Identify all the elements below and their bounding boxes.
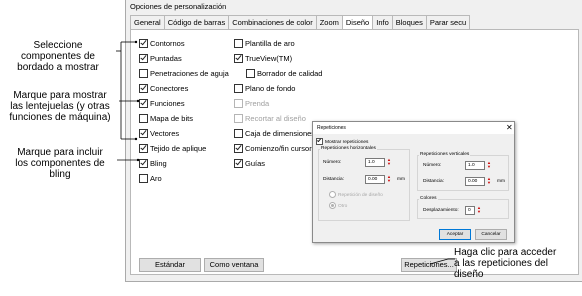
vertical-distance-unit: mm: [497, 179, 505, 184]
vertical-number-input[interactable]: 1.0 ▲ ▼: [465, 161, 491, 170]
repetitions-dialog: Repeticiones ✕ Mostrar repeticiones Repe…: [312, 121, 515, 243]
color-shift-label: Desplazamiento:: [423, 208, 459, 213]
repetitions-title: Repeticiones: [317, 125, 346, 131]
accept-button[interactable]: Aceptar: [439, 229, 471, 240]
horizontal-distance-unit: mm: [397, 177, 405, 182]
vertical-distance-input[interactable]: 0.00 ▲ ▼: [465, 177, 491, 186]
horizontal-distance-input[interactable]: 0.00 ▲ ▼: [365, 175, 391, 184]
vertical-group-label: Repeticiones verticales: [419, 152, 471, 157]
colors-group-label: Colores: [419, 196, 438, 201]
horizontal-group-label: Repeticiones horizontales: [320, 146, 377, 151]
vertical-distance-label: Distancia:: [423, 179, 445, 184]
vertical-repetitions-group: [417, 155, 509, 191]
horizontal-number-label: Número:: [323, 160, 342, 165]
spinner-arrows-icon[interactable]: ▲ ▼: [386, 175, 392, 184]
spinner-arrows-icon[interactable]: ▲ ▼: [486, 161, 492, 170]
show-repetitions-checkbox[interactable]: Mostrar repeticiones: [316, 138, 368, 145]
spinner-arrows-icon[interactable]: ▲ ▼: [476, 206, 482, 215]
spinner-arrows-icon[interactable]: ▲ ▼: [486, 177, 492, 186]
horizontal-number-input[interactable]: 1.0 ▲ ▼: [365, 158, 391, 167]
spinner-arrows-icon[interactable]: ▲ ▼: [386, 158, 392, 167]
horizontal-distance-label: Distancia:: [323, 177, 345, 182]
radio-design-repetition[interactable]: Repetición de diseño: [329, 191, 383, 198]
color-shift-input[interactable]: 0 ▲ ▼: [465, 206, 481, 215]
radio-other[interactable]: Otro: [329, 202, 347, 209]
vertical-number-label: Número:: [423, 163, 442, 168]
cancel-button[interactable]: Cancelar: [475, 229, 507, 240]
close-icon[interactable]: ✕: [506, 123, 513, 132]
